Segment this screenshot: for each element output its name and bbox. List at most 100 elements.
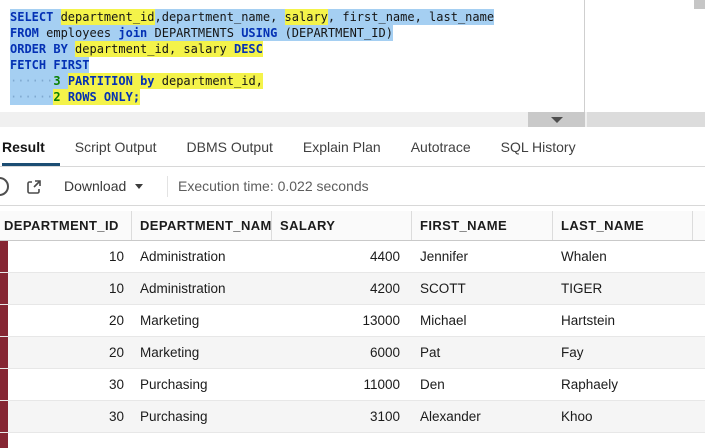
column-header-department_id[interactable]: DEPARTMENT_ID bbox=[0, 211, 132, 240]
code-token: , first_name, last_name bbox=[328, 9, 494, 25]
cell: 20 bbox=[8, 305, 132, 336]
cell: Alexander bbox=[412, 401, 553, 432]
cell: Den bbox=[412, 369, 553, 400]
row-marker bbox=[0, 305, 8, 336]
code-token: ······ bbox=[10, 73, 53, 89]
cell: 4400 bbox=[272, 241, 412, 272]
cell: Fay bbox=[553, 337, 705, 368]
code-token: department_id, salary bbox=[75, 41, 234, 57]
table-row[interactable]: 10Administration4200SCOTTTIGER bbox=[0, 273, 705, 305]
cell: Raphaely bbox=[553, 369, 705, 400]
toolbar-separator bbox=[167, 176, 168, 197]
tab-dbms-output[interactable]: DBMS Output bbox=[172, 127, 288, 166]
result-toolbar: Download Execution time: 0.022 seconds bbox=[0, 167, 705, 206]
table-row[interactable]: 30Purchasing3100AlexanderKhoo bbox=[0, 401, 705, 433]
code-token: ······ bbox=[10, 89, 53, 105]
row-marker bbox=[0, 241, 8, 272]
header-filler bbox=[693, 211, 705, 240]
code-token: PARTITION by bbox=[68, 73, 162, 89]
refresh-icon[interactable] bbox=[0, 177, 9, 196]
splitter-right-segment bbox=[587, 112, 705, 127]
code-token: department_id bbox=[61, 9, 155, 25]
splitter-collapse-icon[interactable] bbox=[551, 117, 563, 123]
column-header-first_name[interactable]: FIRST_NAME bbox=[412, 211, 553, 240]
code-line: ······3 PARTITION by department_id, bbox=[10, 73, 584, 89]
row-marker bbox=[0, 337, 8, 368]
code-token: (DEPARTMENT_ID) bbox=[285, 25, 393, 41]
cell: 4200 bbox=[272, 273, 412, 304]
code-line: ORDER BY department_id, salary DESC bbox=[10, 41, 584, 57]
grid-header: DEPARTMENT_IDDEPARTMENT_NAMESALARYFIRST_… bbox=[0, 211, 705, 241]
cell: Pat bbox=[412, 337, 553, 368]
cell: 20 bbox=[8, 337, 132, 368]
download-label: Download bbox=[64, 178, 126, 194]
row-marker bbox=[0, 369, 8, 400]
code-token: ROWS ONLY; bbox=[68, 89, 140, 105]
cell: 6000 bbox=[272, 337, 412, 368]
cell: Administration bbox=[132, 241, 272, 272]
cell: Whalen bbox=[553, 241, 705, 272]
table-row[interactable]: 30Purchasing11000DenRaphaely bbox=[0, 369, 705, 401]
tab-explain-plan[interactable]: Explain Plan bbox=[288, 127, 396, 166]
cell: Purchasing bbox=[132, 369, 272, 400]
scrollbar-corner bbox=[694, 0, 705, 9]
cell: SCOTT bbox=[412, 273, 553, 304]
column-header-last_name[interactable]: LAST_NAME bbox=[553, 211, 693, 240]
code-token: employees bbox=[46, 25, 118, 41]
open-in-new-icon[interactable] bbox=[26, 179, 42, 195]
row-marker bbox=[0, 401, 8, 432]
sql-editor[interactable]: SELECT department_id,department_name, sa… bbox=[0, 0, 585, 112]
code-token bbox=[61, 73, 68, 89]
code-line: SELECT department_id,department_name, sa… bbox=[10, 9, 584, 25]
code-token: DESC bbox=[234, 41, 263, 57]
cell: 13000 bbox=[272, 305, 412, 336]
tab-result[interactable]: Result bbox=[2, 127, 60, 166]
code-token: SELECT bbox=[10, 9, 61, 25]
code-token: ,department_name, bbox=[155, 9, 285, 25]
code-line: ······2 ROWS ONLY; bbox=[10, 89, 584, 105]
grid-body: 10Administration4400JenniferWhalen10Admi… bbox=[0, 241, 705, 433]
code-token: salary bbox=[285, 9, 328, 25]
cell: 3100 bbox=[272, 401, 412, 432]
row-marker bbox=[0, 273, 8, 304]
code-token: department_id, bbox=[162, 73, 263, 89]
cell: TIGER bbox=[553, 273, 705, 304]
cell: Michael bbox=[412, 305, 553, 336]
splitter bbox=[0, 112, 705, 127]
cell: Marketing bbox=[132, 305, 272, 336]
column-header-department_name[interactable]: DEPARTMENT_NAME bbox=[132, 211, 272, 240]
code-token: FROM bbox=[10, 25, 46, 41]
table-row[interactable]: 20Marketing13000MichaelHartstein bbox=[0, 305, 705, 337]
tab-sql-history[interactable]: SQL History bbox=[486, 127, 591, 166]
column-header-salary[interactable]: SALARY bbox=[272, 211, 412, 240]
code-token: join bbox=[118, 25, 154, 41]
cell: Hartstein bbox=[553, 305, 705, 336]
table-row[interactable]: 10Administration4400JenniferWhalen bbox=[0, 241, 705, 273]
tabs: ResultScript OutputDBMS OutputExplain Pl… bbox=[0, 127, 705, 167]
code-line: FETCH FIRST bbox=[10, 57, 584, 73]
cell: Jennifer bbox=[412, 241, 553, 272]
chevron-down-icon bbox=[135, 184, 143, 189]
cell: Marketing bbox=[132, 337, 272, 368]
cell: Purchasing bbox=[132, 401, 272, 432]
tab-script-output[interactable]: Script Output bbox=[60, 127, 172, 166]
cell: 10 bbox=[8, 241, 132, 272]
cell: Administration bbox=[132, 273, 272, 304]
download-button[interactable]: Download bbox=[64, 167, 143, 205]
code-token: DEPARTMENTS bbox=[155, 25, 242, 41]
execution-time: Execution time: 0.022 seconds bbox=[178, 167, 369, 205]
cell: 30 bbox=[8, 401, 132, 432]
cell: 11000 bbox=[272, 369, 412, 400]
code-token: 3 bbox=[53, 73, 60, 89]
code-token: 2 bbox=[53, 89, 67, 105]
row-marker bbox=[0, 433, 8, 448]
cell: Khoo bbox=[553, 401, 705, 432]
tab-autotrace[interactable]: Autotrace bbox=[396, 127, 486, 166]
result-grid: DEPARTMENT_IDDEPARTMENT_NAMESALARYFIRST_… bbox=[0, 211, 705, 448]
code-line: FROM employees join DEPARTMENTS USING (D… bbox=[10, 25, 584, 41]
table-row[interactable]: 20Marketing6000PatFay bbox=[0, 337, 705, 369]
code-token: FETCH FIRST bbox=[10, 57, 89, 73]
cell: 10 bbox=[8, 273, 132, 304]
table-row-partial bbox=[0, 433, 705, 448]
code-token: ORDER BY bbox=[10, 41, 75, 57]
